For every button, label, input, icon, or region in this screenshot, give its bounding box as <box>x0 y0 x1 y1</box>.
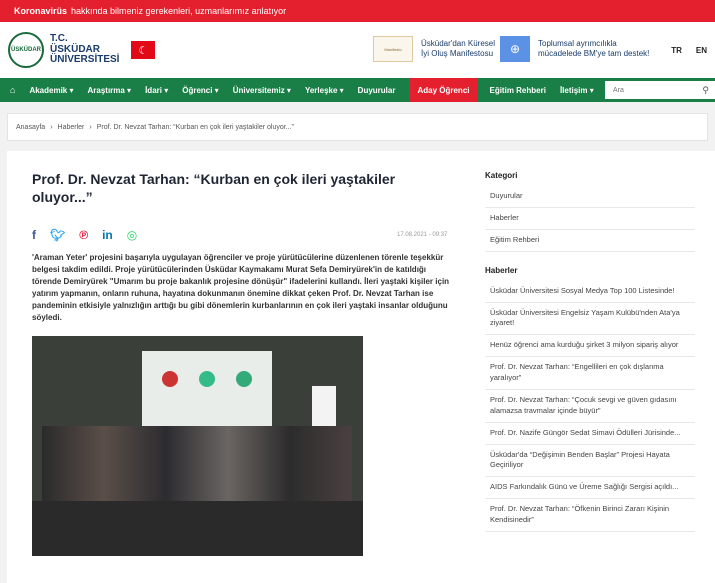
article-title: Prof. Dr. Nevzat Tarhan: “Kurban en çok … <box>32 171 396 205</box>
main-content: Prof. Dr. Nevzat Tarhan: “Kurban en çok … <box>7 151 715 583</box>
news-item[interactable]: Üsküdar Üniversitesi Sosyal Medya Top 10… <box>485 281 695 303</box>
nav-duyurular[interactable]: Duyurular <box>358 86 396 95</box>
sidebar: Kategori Duyurular Haberler Eğitim Rehbe… <box>485 171 695 532</box>
announcement-bold: Koronavirüs <box>14 6 68 16</box>
twitter-icon[interactable]: 🐦︎ <box>50 228 65 242</box>
article-lead: 'Araman Yeter' projesini başarıyla uygul… <box>32 253 450 322</box>
share-bar: f 🐦︎ ℗ in ◎ 17.08.2021 - 09:37 <box>32 228 472 242</box>
whatsapp-icon[interactable]: ◎ <box>127 228 137 242</box>
nav-iletisim[interactable]: İletişim ▾ <box>560 86 594 95</box>
category-item[interactable]: Duyurular <box>485 186 695 208</box>
university-name[interactable]: T.C. ÜSKÜDAR ÜNİVERSİTESİ <box>50 34 119 66</box>
article-photo[interactable] <box>32 336 363 556</box>
category-item[interactable]: Haberler <box>485 208 695 230</box>
site-header: ÜSKÜDAR T.C. ÜSKÜDAR ÜNİVERSİTESİ ☾ Mani… <box>0 22 715 78</box>
turkish-flag-icon: ☾ <box>131 41 156 59</box>
article-date: 17.08.2021 - 09:37 <box>397 232 448 238</box>
nav-ogrenci[interactable]: Öğrenci ▾ <box>182 86 218 95</box>
news-item[interactable]: Henüz öğrenci ama kurduğu şirket 3 milyo… <box>485 335 695 358</box>
announcement-bar[interactable]: Koronavirüs hakkında bilmeniz gerekenler… <box>0 0 715 22</box>
nav-idari[interactable]: İdari ▾ <box>145 86 168 95</box>
promo-manifesto-text: Üsküdar'dan Küresel İyi Oluş Manifestosu <box>421 38 496 58</box>
chairs-row <box>32 501 363 556</box>
announcement-text: hakkında bilmeniz gerekenleri, uzmanları… <box>71 6 287 16</box>
home-icon[interactable]: ⌂ <box>10 85 15 95</box>
breadcrumb-home[interactable]: Anasayfa <box>16 124 45 131</box>
nav-akademik[interactable]: Akademik ▾ <box>29 86 73 95</box>
chevron-right-icon: › <box>50 123 53 131</box>
category-title: Kategori <box>485 171 518 180</box>
nav-universitemiz[interactable]: Üniversitemiz ▾ <box>233 86 291 95</box>
news-item[interactable]: Prof. Dr. Nevzat Tarhan: “Engellileri en… <box>485 357 695 390</box>
chevron-right-icon: › <box>89 123 92 131</box>
promo-un[interactable]: ⊕ Toplumsal ayrımcılıkla mücadelede BM'y… <box>500 36 660 62</box>
search-input[interactable] <box>613 86 695 94</box>
category-item[interactable]: Eğitim Rehberi <box>485 230 695 252</box>
article: Prof. Dr. Nevzat Tarhan: “Kurban en çok … <box>32 171 472 556</box>
lang-tr[interactable]: TR <box>671 46 682 55</box>
nav-yerleske[interactable]: Yerleşke ▾ <box>305 86 344 95</box>
breadcrumb-haberler[interactable]: Haberler <box>58 124 85 131</box>
linkedin-icon[interactable]: in <box>102 228 113 242</box>
search-icon[interactable]: ⚲ <box>702 85 709 96</box>
promo-manifesto[interactable]: Manifesto Üsküdar'dan Küresel İyi Oluş M… <box>373 36 501 62</box>
nav-egitim-rehberi[interactable]: Eğitim Rehberi <box>489 86 545 95</box>
main-nav: ⌂ Akademik ▾ Araştırma ▾ İdari ▾ Öğrenci… <box>0 78 715 102</box>
news-title: Haberler <box>485 265 518 275</box>
search-box: ⚲ <box>605 81 715 99</box>
group-of-people <box>42 426 352 506</box>
pinterest-icon[interactable]: ℗ <box>79 228 88 242</box>
nav-aday-ogrenci[interactable]: Aday Öğrenci <box>409 78 478 102</box>
manifesto-icon: Manifesto <box>373 36 413 62</box>
news-item[interactable]: Prof. Dr. Nazife Güngör Sedat Simavi Ödü… <box>485 423 695 445</box>
news-item[interactable]: Üsküdar Üniversitesi Engelsiz Yaşam Kulü… <box>485 303 695 336</box>
news-item[interactable]: Prof. Dr. Nevzat Tarhan: “Çocuk sevgi ve… <box>485 390 695 423</box>
breadcrumb: Anasayfa › Haberler › Prof. Dr. Nevzat T… <box>7 113 708 141</box>
language-switcher: TR EN <box>671 46 707 55</box>
breadcrumb-current: Prof. Dr. Nevzat Tarhan: “Kurban en çok … <box>96 123 294 131</box>
news-item[interactable]: Prof. Dr. Nevzat Tarhan: “Öfkenin Birinc… <box>485 499 695 532</box>
lang-en[interactable]: EN <box>696 46 707 55</box>
university-logo-icon[interactable]: ÜSKÜDAR <box>8 32 44 68</box>
news-item[interactable]: AIDS Farkındalık Günü ve Üreme Sağlığı S… <box>485 477 695 500</box>
un-logo-icon: ⊕ <box>500 36 530 62</box>
facebook-icon[interactable]: f <box>32 228 36 242</box>
screen-logos <box>162 371 252 387</box>
promo-un-text: Toplumsal ayrımcılıkla mücadelede BM'ye … <box>538 38 650 58</box>
nav-arastirma[interactable]: Araştırma ▾ <box>87 86 131 95</box>
news-item[interactable]: Üsküdar'da “Değişimin Benden Başlar” Pro… <box>485 445 695 478</box>
